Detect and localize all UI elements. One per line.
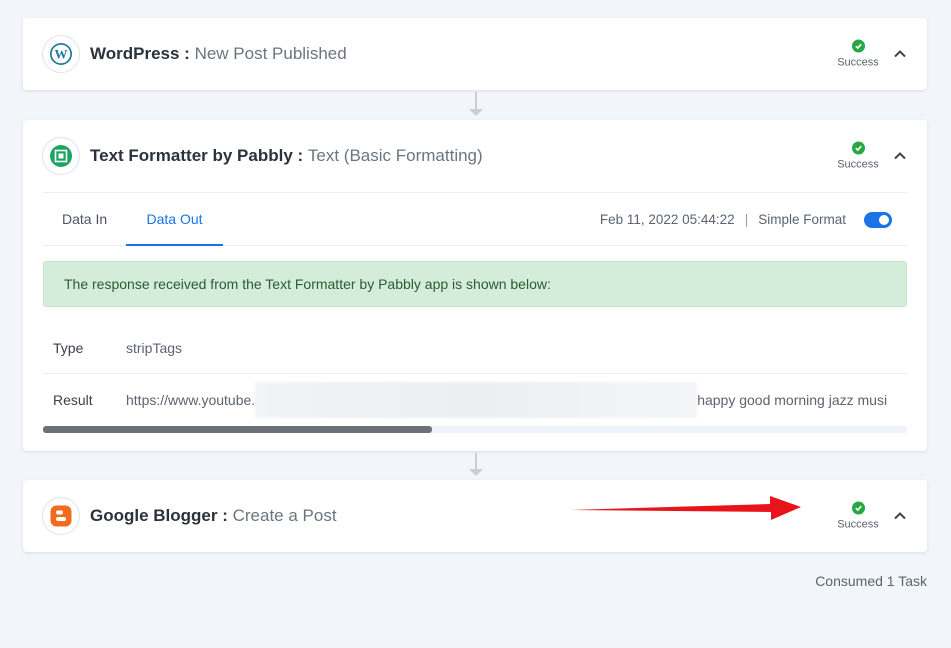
check-icon (851, 501, 865, 515)
tab-data-in[interactable]: Data In (62, 193, 107, 246)
response-meta: Feb 11, 2022 05:44:22 | Simple Format (600, 193, 907, 246)
simple-format-label: Simple Format (758, 212, 846, 227)
chevron-up-icon[interactable] (893, 149, 907, 163)
status-label: Success (837, 158, 879, 171)
title-separator: : (217, 506, 233, 525)
response-alert: The response received from the Text Form… (43, 261, 907, 307)
step-header[interactable]: Text Formatter by Pabbly : Text (Basic F… (23, 120, 927, 192)
redacted-region (255, 381, 698, 418)
response-timestamp: Feb 11, 2022 05:44:22 (599, 212, 735, 227)
event-name: Create a Post (232, 506, 337, 525)
data-tabs: Data In Data Out Feb 11, 2022 05:44:22 |… (43, 192, 907, 246)
status-indicator: Success (836, 39, 880, 69)
chevron-up-icon[interactable] (893, 509, 907, 523)
simple-format-toggle[interactable] (864, 211, 892, 228)
text-formatter-step-card: Text Formatter by Pabbly : Text (Basic F… (23, 120, 927, 451)
scrollbar-thumb[interactable] (43, 426, 432, 433)
status-indicator: Success (836, 501, 880, 531)
result-prefix: https://www.youtube. (126, 392, 256, 408)
title-separator: : (292, 146, 308, 165)
check-icon (851, 141, 865, 155)
type-row: Type stripTags (43, 322, 907, 374)
status-indicator: Success (836, 141, 880, 171)
wordpress-step-card: W WordPress : New Post Published Success (23, 18, 927, 90)
step-connector (475, 453, 477, 469)
toggle-knob (879, 214, 889, 225)
status-label: Success (837, 518, 879, 531)
horizontal-scrollbar[interactable] (43, 426, 907, 433)
app-name: WordPress (90, 44, 180, 63)
annotation-arrow (570, 496, 801, 520)
tab-data-out[interactable]: Data Out (126, 193, 223, 246)
check-icon (851, 39, 865, 53)
event-name: New Post Published (194, 44, 347, 63)
step-title: WordPress : New Post Published (90, 44, 347, 64)
step-title: Text Formatter by Pabbly : Text (Basic F… (90, 146, 483, 166)
app-name: Google Blogger (90, 506, 218, 525)
type-key: Type (53, 340, 84, 356)
step-header[interactable]: W WordPress : New Post Published Success (23, 18, 927, 90)
result-row: Result https://www.youtube. happy good mo… (43, 374, 907, 426)
result-key: Result (53, 392, 93, 408)
blogger-icon (42, 497, 80, 535)
connector-arrow (469, 109, 483, 116)
meta-divider: | (744, 212, 749, 227)
event-name: Text (Basic Formatting) (307, 146, 483, 165)
svg-text:W: W (55, 47, 68, 62)
result-value: https://www.youtube. happy good morning j… (126, 374, 887, 426)
app-name: Text Formatter by Pabbly (90, 146, 293, 165)
step-title: Google Blogger : Create a Post (90, 506, 337, 526)
text-formatter-icon (42, 137, 80, 175)
title-separator: : (179, 44, 195, 63)
connector-arrow (469, 469, 483, 476)
status-label: Success (837, 56, 879, 69)
type-value: stripTags (126, 340, 183, 356)
result-suffix: happy good morning jazz musi (697, 392, 888, 408)
wordpress-icon: W (42, 35, 80, 73)
step-connector (475, 92, 477, 109)
chevron-up-icon[interactable] (893, 47, 907, 61)
task-usage: Consumed 1 Task (815, 573, 927, 589)
